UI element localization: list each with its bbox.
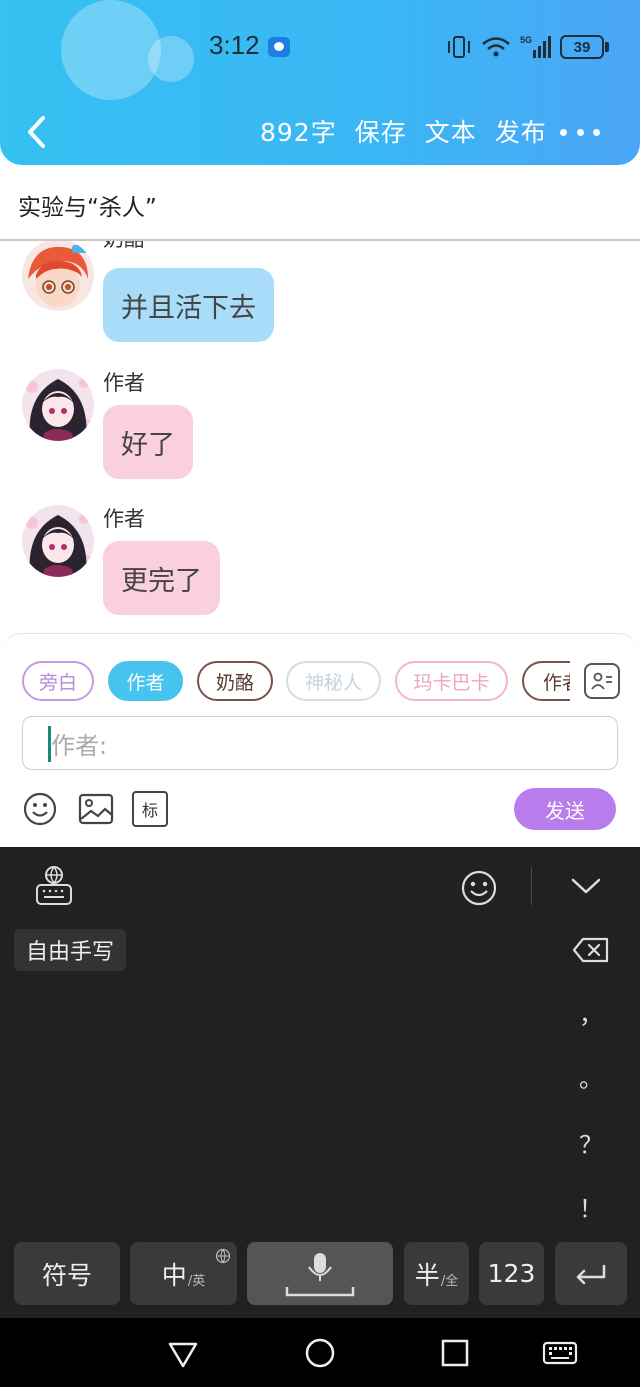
soft-keyboard: 自由手写 ， 。 ？ ！ 符号 中/英 半/全 123 [0,847,640,1318]
input-placeholder: 作者: [51,731,108,760]
key-numbers[interactable]: 123 [479,1242,544,1305]
nav-recents-icon[interactable] [438,1336,472,1370]
battery-indicator: 39 [560,35,604,59]
key-enter[interactable] [555,1242,627,1305]
keyboard-globe-icon[interactable] [34,865,74,907]
system-nav-bar [0,1318,640,1387]
message-notification-icon [268,37,290,57]
contacts-icon [591,672,612,690]
publish-button[interactable]: 发布 [495,113,547,149]
text-button[interactable]: 文本 [425,113,477,149]
image-button[interactable] [78,791,114,827]
chevron-left-icon [28,116,45,148]
role-chip-author-2[interactable]: 作者 [522,661,570,701]
chat-message: 作者 好了 [0,367,640,479]
enter-icon [576,1264,606,1284]
sender-name: 奶酪 [103,241,145,253]
avatar-naila[interactable] [22,241,94,311]
role-selector: 旁白 作者 奶酪 神秘人 玛卡巴卡 作者 [22,661,570,703]
keyboard-switch-icon[interactable] [542,1336,578,1370]
key-half-sub: /全 [440,1274,459,1289]
message-input[interactable]: 作者: [22,716,618,770]
save-button[interactable]: 保存 [355,113,407,149]
role-chip-naila[interactable]: 奶酪 [197,661,273,701]
chat-message: 奶酪 并且活下去 [0,241,640,353]
status-icons: 5G 39 [446,33,609,61]
key-lang-sub: /英 [187,1274,206,1289]
send-button[interactable]: 发送 [514,788,616,830]
role-chip-makabaka[interactable]: 玛卡巴卡 [395,661,508,701]
nav-home-icon[interactable] [303,1336,337,1370]
emoji-icon [23,792,57,826]
key-symbols[interactable]: 符号 [14,1242,120,1305]
composer-panel: 旁白 作者 奶酪 神秘人 玛卡巴卡 作者 作者: 标 发送 [0,633,640,847]
message-bubble[interactable]: 并且活下去 [103,268,274,342]
chat-message: 作者 更完了 [0,503,640,623]
nav-back-icon[interactable] [166,1336,200,1370]
role-manage-button[interactable] [584,663,620,699]
avatar-image [22,241,94,311]
vibrate-icon [448,36,470,58]
app-header: 3:12 5G 39 892字 保存 文本 发布 [0,0,640,165]
message-bubble[interactable]: 更完了 [103,541,220,615]
network-type: 5G [520,35,532,45]
handwriting-mode-label[interactable]: 自由手写 [14,929,127,971]
key-half-main: 半 [414,1260,440,1290]
backspace-icon[interactable] [572,937,610,963]
avatar-author[interactable] [22,505,94,577]
key-space-voice[interactable] [247,1242,393,1305]
chat-list[interactable]: 奶酪 并且活下去 作者 好了 [0,241,640,633]
sender-name: 作者 [103,507,145,531]
avatar-author[interactable] [22,369,94,441]
decor-bubble [148,36,194,82]
emoji-button[interactable] [22,791,58,827]
sender-name: 作者 [103,371,145,395]
word-count: 892字 [260,118,337,147]
role-chip-narrator[interactable]: 旁白 [22,661,94,701]
key-lang-toggle[interactable]: 中/英 [130,1242,237,1305]
decor-bubble [61,0,161,100]
back-button[interactable] [18,112,54,152]
tag-button[interactable]: 标 [132,791,168,827]
battery-tip [605,42,609,52]
globe-icon [215,1248,231,1264]
role-chip-mystery[interactable]: 神秘人 [286,661,381,701]
avatar-image [22,369,94,441]
chevron-down-icon[interactable] [570,875,602,897]
message-bubble[interactable]: 好了 [103,405,193,479]
more-dots-icon[interactable] [560,120,600,144]
wifi-icon [482,37,510,57]
role-chip-author[interactable]: 作者 [108,661,183,701]
top-actions: 892字 保存 文本 发布 [260,113,547,149]
avatar-image [22,505,94,577]
punct-period[interactable]: 。 [574,1059,608,1094]
punct-comma[interactable]: ， [574,995,608,1030]
chapter-title[interactable]: 实验与“杀人” [18,188,157,222]
punct-exclaim[interactable]: ！ [574,1189,608,1224]
text-caret [48,726,51,762]
punct-question[interactable]: ？ [574,1125,608,1160]
key-half-full[interactable]: 半/全 [404,1242,469,1305]
signal-icon: 5G [520,35,551,58]
keyboard-divider [531,867,532,905]
image-icon [78,793,114,825]
microphone-icon [285,1252,355,1296]
status-time: 3:12 [209,30,260,60]
key-lang-main: 中 [161,1260,187,1290]
keyboard-emoji-icon[interactable] [460,869,498,907]
